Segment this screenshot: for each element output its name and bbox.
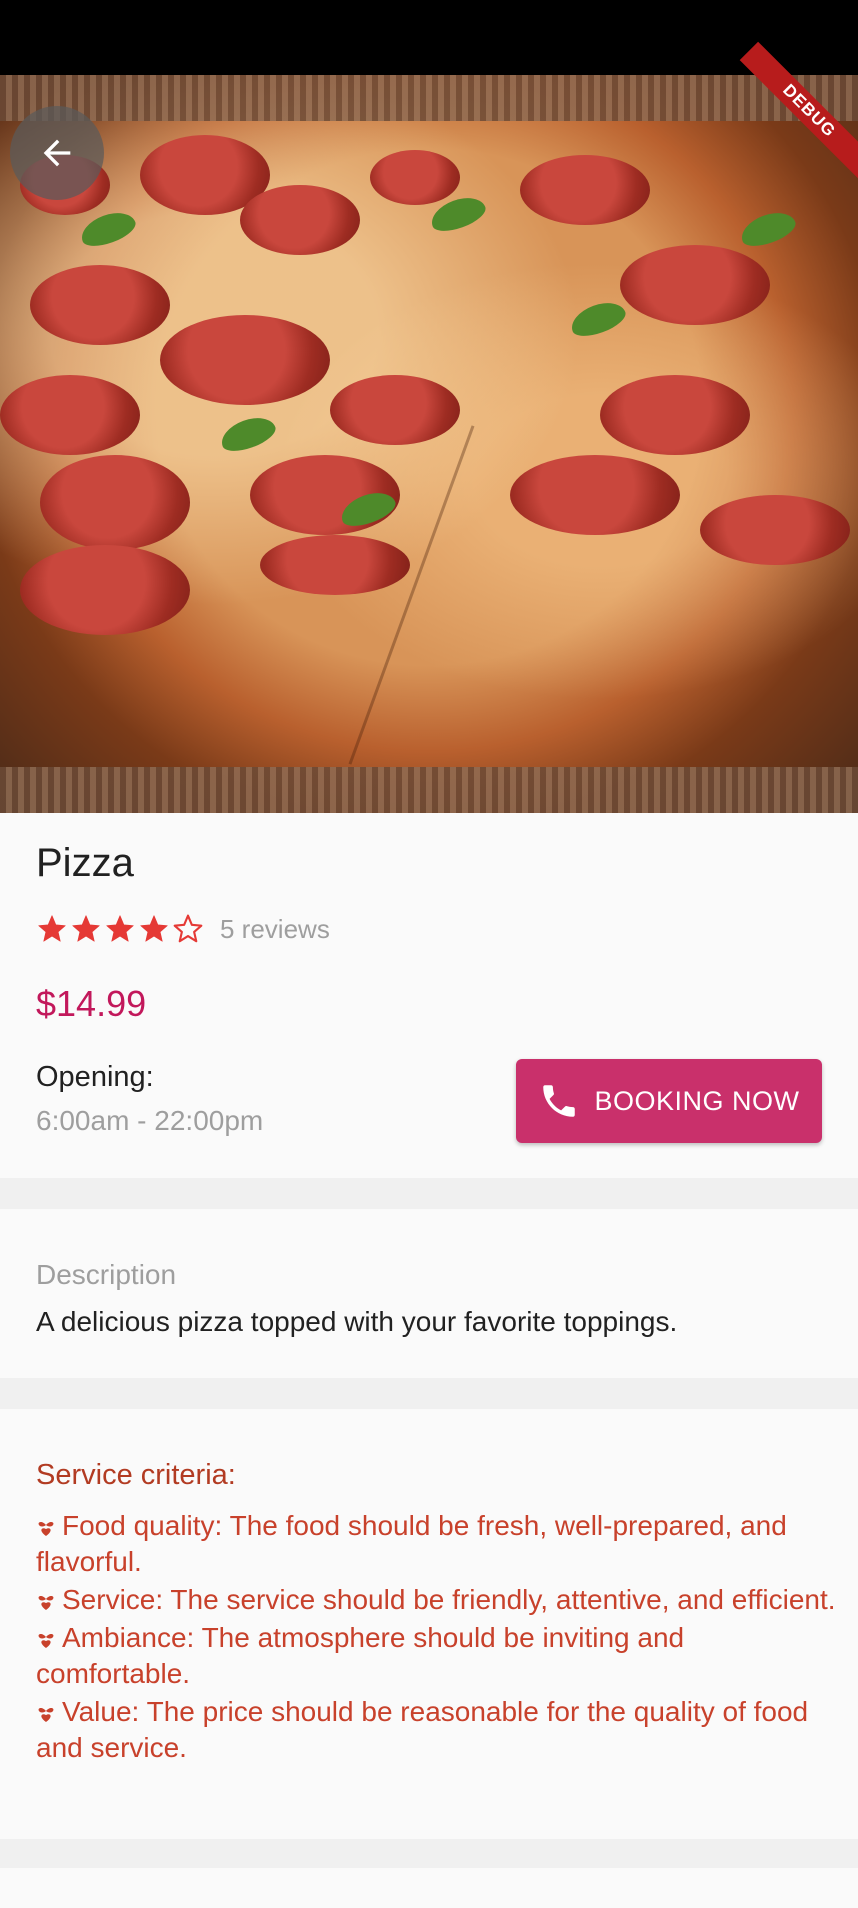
basil-leaf xyxy=(76,206,140,252)
star-filled-icon xyxy=(38,915,66,942)
heart-bullet-icon xyxy=(38,1595,54,1610)
pepperoni-slice xyxy=(370,150,460,205)
heart-bullet-icon xyxy=(38,1521,54,1536)
criteria-item: Value: The price should be reasonable fo… xyxy=(36,1694,836,1766)
pizza-image xyxy=(0,75,858,813)
pepperoni-slice xyxy=(30,265,170,345)
booking-button-label: BOOKING NOW xyxy=(594,1085,800,1116)
criteria-text: Value: The price should be reasonable fo… xyxy=(36,1696,809,1763)
opening-hours: 6:00am - 22:00pm xyxy=(36,1105,264,1136)
criteria-text: Ambiance: The atmosphere should be invit… xyxy=(36,1622,685,1689)
phone-icon xyxy=(543,1085,576,1117)
star-outline-icon xyxy=(173,914,203,943)
pepperoni-slice xyxy=(620,245,770,325)
pepperoni-slice xyxy=(260,535,410,595)
heart-bullet-icon xyxy=(38,1707,54,1722)
product-price: $14.99 xyxy=(36,983,147,1024)
arrow-back-icon xyxy=(43,139,71,167)
hero-background-plank-bottom xyxy=(0,767,858,813)
opening-label: Opening: xyxy=(36,1061,154,1093)
description-heading: Description xyxy=(36,1259,177,1290)
pepperoni-slice xyxy=(160,315,330,405)
rating: 5 reviews xyxy=(36,913,330,945)
pepperoni-slice xyxy=(600,375,750,455)
status-bar xyxy=(0,0,858,75)
basil-leaf xyxy=(736,206,800,252)
star-rating xyxy=(36,913,206,945)
pepperoni-slice xyxy=(240,185,360,255)
hero-background-plank-top xyxy=(0,75,858,121)
pepperoni-slice xyxy=(40,455,190,550)
criteria-text: Food quality: The food should be fresh, … xyxy=(36,1510,787,1577)
basil-leaf xyxy=(566,296,630,342)
pepperoni-slice xyxy=(0,375,140,455)
product-info-card: Pizza 5 reviews $14.99 Opening: 6:00am -… xyxy=(0,813,858,1178)
product-title: Pizza xyxy=(36,841,134,885)
service-criteria-card: Service criteria: Food quality: The food… xyxy=(0,1409,858,1839)
service-criteria-heading: Service criteria: xyxy=(36,1459,236,1491)
service-criteria-list: Food quality: The food should be fresh, … xyxy=(36,1508,836,1768)
basil-leaf xyxy=(216,411,280,457)
criteria-item: Food quality: The food should be fresh, … xyxy=(36,1508,836,1580)
criteria-text: Service: The service should be friendly,… xyxy=(62,1584,836,1615)
star-filled-icon xyxy=(106,915,134,942)
star-filled-icon xyxy=(140,915,168,942)
pepperoni-slice xyxy=(510,455,680,535)
heart-bullet-icon xyxy=(38,1633,54,1648)
description-text: A delicious pizza topped with your favor… xyxy=(36,1306,678,1337)
pepperoni-slice xyxy=(700,495,850,565)
booking-now-button[interactable]: BOOKING NOW xyxy=(516,1059,822,1143)
pepperoni-slice xyxy=(520,155,650,225)
pepperoni-slice xyxy=(330,375,460,445)
criteria-item: Service: The service should be friendly,… xyxy=(36,1582,836,1618)
star-filled-icon xyxy=(72,915,100,942)
back-button[interactable] xyxy=(10,106,104,200)
next-card xyxy=(0,1868,858,1908)
description-card: Description A delicious pizza topped wit… xyxy=(0,1209,858,1378)
pepperoni-slice xyxy=(20,545,190,635)
reviews-count[interactable]: 5 reviews xyxy=(220,914,330,945)
criteria-item: Ambiance: The atmosphere should be invit… xyxy=(36,1620,836,1692)
